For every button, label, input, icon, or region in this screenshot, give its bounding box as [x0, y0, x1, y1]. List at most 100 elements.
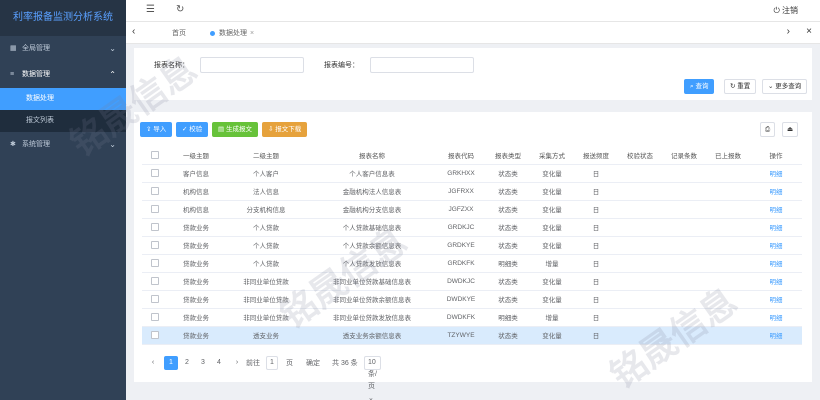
detail-link[interactable]: 明细 — [750, 236, 802, 255]
next-page-button[interactable]: › — [230, 356, 244, 370]
query-label: 查询 — [695, 83, 709, 90]
close-all-icon[interactable]: × — [806, 26, 812, 37]
detail-link[interactable]: 明细 — [750, 290, 802, 309]
detail-link[interactable]: 明细 — [750, 218, 802, 237]
page-button[interactable]: 4 — [212, 356, 226, 370]
more-label: 更多查询 — [775, 83, 802, 90]
goto-page-input[interactable]: 1 — [266, 356, 278, 370]
logout-label: 注销 — [782, 6, 798, 15]
page-button[interactable]: 2 — [180, 356, 194, 370]
report-code-input[interactable] — [370, 57, 474, 73]
sidebar-item-message-list[interactable]: 报文列表 — [0, 110, 126, 132]
print-icon[interactable]: ⎙ — [760, 122, 776, 137]
select-all-checkbox[interactable] — [142, 146, 168, 165]
row-checkbox[interactable] — [142, 200, 168, 219]
table-cell: 个人贷款 — [224, 236, 308, 255]
table-row[interactable]: 贷款业务 非同业单位贷款 非同业单位贷款发放信息表 DWDKFK 明细类 增量日 明细 — [142, 308, 802, 327]
table-cell: 日 — [574, 326, 618, 345]
table-cell: TZYWYE — [436, 326, 486, 345]
table-cell: 日 — [574, 182, 618, 201]
table-cell: 日 — [574, 272, 618, 291]
table-cell — [706, 200, 750, 219]
row-checkbox[interactable] — [142, 272, 168, 291]
hamburger-icon[interactable]: ☰ — [146, 4, 155, 15]
sidebar-item-data[interactable]: ≡ 数据管理 ⌃ — [0, 62, 126, 88]
refresh-icon[interactable]: ↻ — [176, 4, 184, 15]
download-label: 报文下载 — [275, 126, 302, 133]
table-row[interactable]: 机构信息 分支机构信息 金融机构分支信息表 JGFZXX 状态类 变化量日 明细 — [142, 200, 802, 219]
logout-button[interactable]: ⏻ 注销 — [773, 5, 798, 16]
detail-link[interactable]: 明细 — [750, 254, 802, 273]
column-header: 报表类型 — [486, 146, 530, 165]
column-header: 已上报数 — [706, 146, 750, 165]
table-cell — [662, 200, 706, 219]
chevron-down-icon: ⌄ — [109, 44, 116, 53]
import-label: 导入 — [153, 126, 167, 133]
table-cell: 贷款业务 — [168, 272, 224, 291]
reset-button[interactable]: ↻ 重置 — [724, 79, 757, 94]
column-header: 报表代码 — [436, 146, 486, 165]
table-row[interactable]: 贷款业务 非同业单位贷款 非同业单位贷款余额信息表 DWDKYE 状态类 变化量日 明细 — [142, 290, 802, 309]
detail-link[interactable]: 明细 — [750, 164, 802, 183]
report-name-input[interactable] — [200, 57, 304, 73]
row-checkbox[interactable] — [142, 182, 168, 201]
detail-link[interactable]: 明细 — [750, 308, 802, 327]
table-cell: 日 — [574, 254, 618, 273]
column-toggle-icon[interactable]: ⏏ — [782, 122, 799, 137]
row-checkbox[interactable] — [142, 326, 168, 345]
row-checkbox[interactable] — [142, 290, 168, 309]
table-cell — [662, 326, 706, 345]
table-cell — [662, 182, 706, 201]
generate-message-button[interactable]: ▤ 生成报文 — [212, 122, 258, 137]
table-cell: 非同业单位贷款余额信息表 — [308, 290, 436, 309]
detail-link[interactable]: 明细 — [750, 326, 802, 345]
column-header: 操作 — [750, 146, 802, 165]
import-button[interactable]: ⇪ 导入 — [140, 122, 173, 137]
table-cell: GRDKJC — [436, 218, 486, 237]
tab-home[interactable]: 首页 — [166, 27, 192, 40]
download-message-button[interactable]: ⇩ 报文下载 — [262, 122, 308, 137]
row-checkbox[interactable] — [142, 254, 168, 273]
table-row[interactable]: 贷款业务 个人贷款 个人贷款余额信息表 GRDKYE 状态类 变化量日 明细 — [142, 236, 802, 255]
table-row[interactable]: 贷款业务 个人贷款 个人贷款基础信息表 GRDKJC 状态类 变化量日 明细 — [142, 218, 802, 237]
table-cell — [618, 326, 662, 345]
page-button[interactable]: 1 — [164, 356, 178, 370]
table-cell: 增量 — [530, 308, 574, 327]
detail-link[interactable]: 明细 — [750, 272, 802, 291]
table-cell: 非同业单位贷款基础信息表 — [308, 272, 436, 291]
report-code-label: 报表编号： — [324, 62, 359, 69]
sidebar-item-system[interactable]: ✱ 系统管理 ⌄ — [0, 132, 126, 158]
page-button[interactable]: 3 — [196, 356, 210, 370]
row-checkbox[interactable] — [142, 308, 168, 327]
chevron-left-icon[interactable]: ‹ — [132, 26, 135, 37]
report-name-label: 报表名称： — [154, 62, 189, 69]
chevron-right-icon[interactable]: › — [787, 26, 790, 37]
query-button[interactable]: ⌕ 查询 — [684, 79, 715, 94]
prev-page-button[interactable]: ‹ — [146, 356, 160, 370]
table-cell: DWDKJC — [436, 272, 486, 291]
verify-button[interactable]: ✓ 校验 — [176, 122, 209, 137]
row-checkbox[interactable] — [142, 218, 168, 237]
sidebar-item-data-process[interactable]: 数据处理 — [0, 88, 126, 110]
table-row[interactable]: 贷款业务 透支业务 透支业务余额信息表 TZYWYE 状态类 变化量日 明细 — [142, 326, 802, 345]
power-icon: ⏻ — [773, 6, 782, 15]
table-row[interactable]: 贷款业务 个人贷款 个人贷款发放信息表 GRDKFK 明细类 增量日 明细 — [142, 254, 802, 273]
table-row[interactable]: 客户信息 个人客户 个人客户信息表 GRKHXX 状态类 变化量日 明细 — [142, 164, 802, 183]
page-size-select[interactable]: 10 条/页 ⌄ — [364, 356, 381, 400]
row-checkbox[interactable] — [142, 164, 168, 183]
row-checkbox[interactable] — [142, 236, 168, 255]
table-cell: 日 — [574, 308, 618, 327]
close-icon[interactable]: × — [250, 30, 254, 37]
detail-link[interactable]: 明细 — [750, 200, 802, 219]
column-header: 一级主题 — [168, 146, 224, 165]
tab-data-process[interactable]: 数据处理 × — [204, 27, 260, 40]
confirm-button[interactable]: 确定 — [306, 358, 320, 368]
table-cell: 分支机构信息 — [224, 200, 308, 219]
sidebar-item-global[interactable]: ▦ 全局管理 ⌄ — [0, 36, 126, 62]
table-row[interactable]: 机构信息 法人信息 金融机构法人信息表 JGFRXX 状态类 变化量日 明细 — [142, 182, 802, 201]
table-cell: 日 — [574, 164, 618, 183]
tags-bar: ‹ 首页 数据处理 × › × — [126, 22, 820, 44]
table-row[interactable]: 贷款业务 非同业单位贷款 非同业单位贷款基础信息表 DWDKJC 状态类 变化量日 明细 — [142, 272, 802, 291]
detail-link[interactable]: 明细 — [750, 182, 802, 201]
more-query-button[interactable]: ⌄ 更多查询 — [762, 79, 808, 94]
